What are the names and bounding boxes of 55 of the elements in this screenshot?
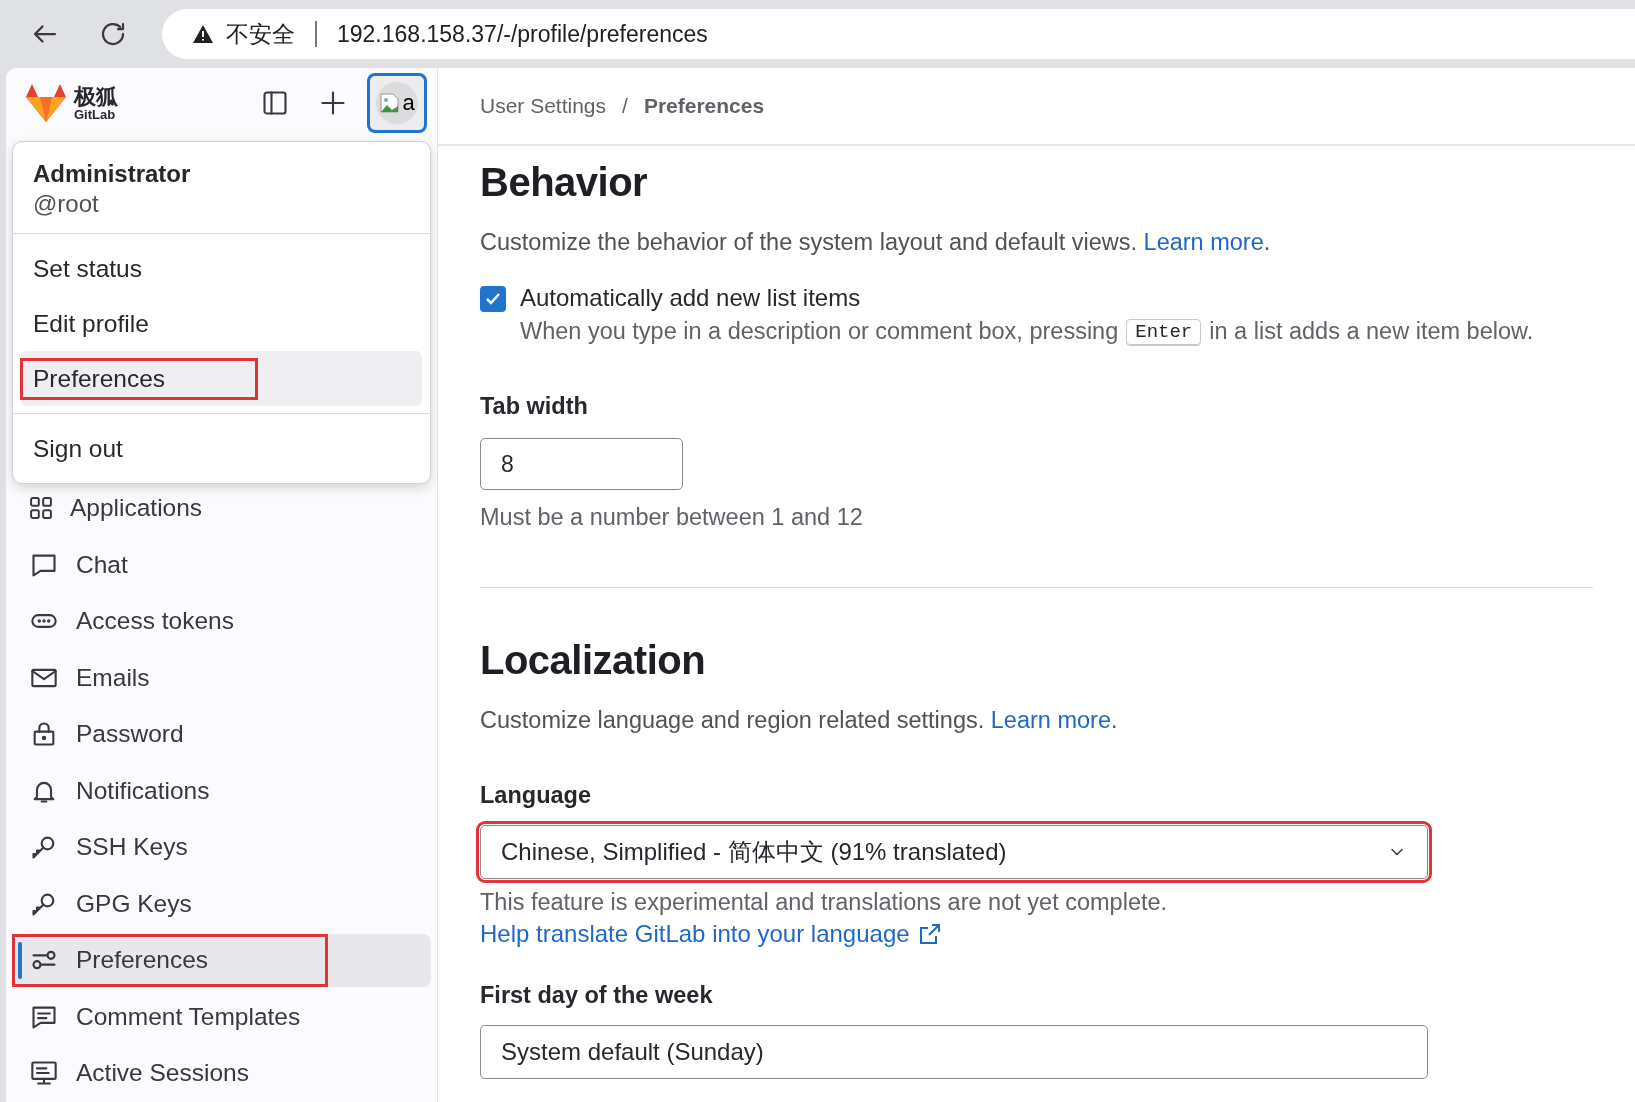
sidebar-item[interactable]: Password [12, 708, 431, 761]
help-text: This feature is experimental and translations are not yet complete. [480, 889, 1169, 916]
checkbox[interactable] [480, 286, 506, 312]
sidebar-item[interactable]: Applications [12, 482, 431, 535]
menu-item[interactable]: Edit profile [21, 296, 422, 351]
address-bar[interactable]: 不安全 192.168.158.37/-/profile/preferences [162, 9, 1635, 59]
sidebar-item[interactable]: Access tokens [12, 595, 431, 648]
brand-subtitle: GitLab [74, 107, 116, 121]
breadcrumb-separator: / [622, 94, 628, 118]
security-label: 不安全 [226, 19, 295, 49]
sidebar-item[interactable]: SSH Keys [12, 821, 431, 874]
external-link-icon [917, 922, 942, 946]
username: @root [33, 190, 100, 218]
section-description: Customize the behavior of the system layout and default views. Learn more. [480, 229, 1272, 256]
menu-item[interactable]: Set status [21, 241, 422, 296]
broken-image-icon [379, 92, 402, 114]
url-text: 192.168.158.37/-/profile/preferences [337, 20, 708, 48]
field-label: Tab width [480, 393, 589, 420]
checkbox-label: Automatically add new list items [520, 284, 862, 312]
menu-item[interactable]: Preferences [21, 351, 422, 406]
key-label: Enter [1126, 318, 1202, 345]
field-label: First day of the week [480, 982, 714, 1009]
avatar-alt-text: a [402, 90, 415, 116]
section-description: Customize language and region related settings. Learn more. [480, 707, 1119, 734]
brand-name: 极狐 [74, 85, 118, 108]
sidebar-item[interactable]: Preferences [12, 934, 431, 987]
tab-width-field[interactable]: 8 [480, 438, 683, 490]
sidebar-item[interactable]: Notifications [12, 764, 431, 817]
panel-icon [261, 89, 289, 117]
help-text: Must be a number between 1 and 12 [480, 504, 864, 531]
section-title: Behavior [480, 160, 649, 205]
warning-icon [192, 24, 214, 44]
grid-icon [30, 497, 52, 520]
breadcrumb-link[interactable]: Preferences [643, 94, 765, 118]
breadcrumb-link[interactable]: User Settings [480, 94, 607, 118]
help-link[interactable]: Help translate GitLab into your language [480, 920, 942, 948]
plus-icon [319, 89, 347, 117]
avatar-button[interactable]: a [367, 73, 427, 133]
fox-logo-icon [24, 83, 68, 123]
field-label: Language [480, 782, 592, 809]
checkmark-icon [485, 292, 501, 306]
hint-text: in a list adds a new item below. [1209, 318, 1534, 345]
learn-more-link[interactable]: Learn more [1143, 229, 1264, 255]
sidebar-item[interactable]: GPG Keys [12, 877, 431, 930]
user-name: Administrator [33, 160, 192, 188]
sidebar-item[interactable]: Active Sessions [12, 1047, 431, 1100]
learn-more-link[interactable]: Learn more [990, 707, 1111, 733]
sidebar-item[interactable]: Chat [12, 538, 431, 591]
first-day-select[interactable]: System default (Sunday) [480, 1025, 1428, 1079]
section-title: Localization [480, 638, 707, 683]
sidebar-item[interactable]: Comment Templates [12, 990, 431, 1043]
monitor-icon [30, 1059, 58, 1088]
sign-out-item[interactable]: Sign out [21, 421, 422, 476]
sidebar-item[interactable]: Emails [12, 651, 431, 704]
hint-text: When you type in a description or comment box, pressing [520, 318, 1119, 345]
